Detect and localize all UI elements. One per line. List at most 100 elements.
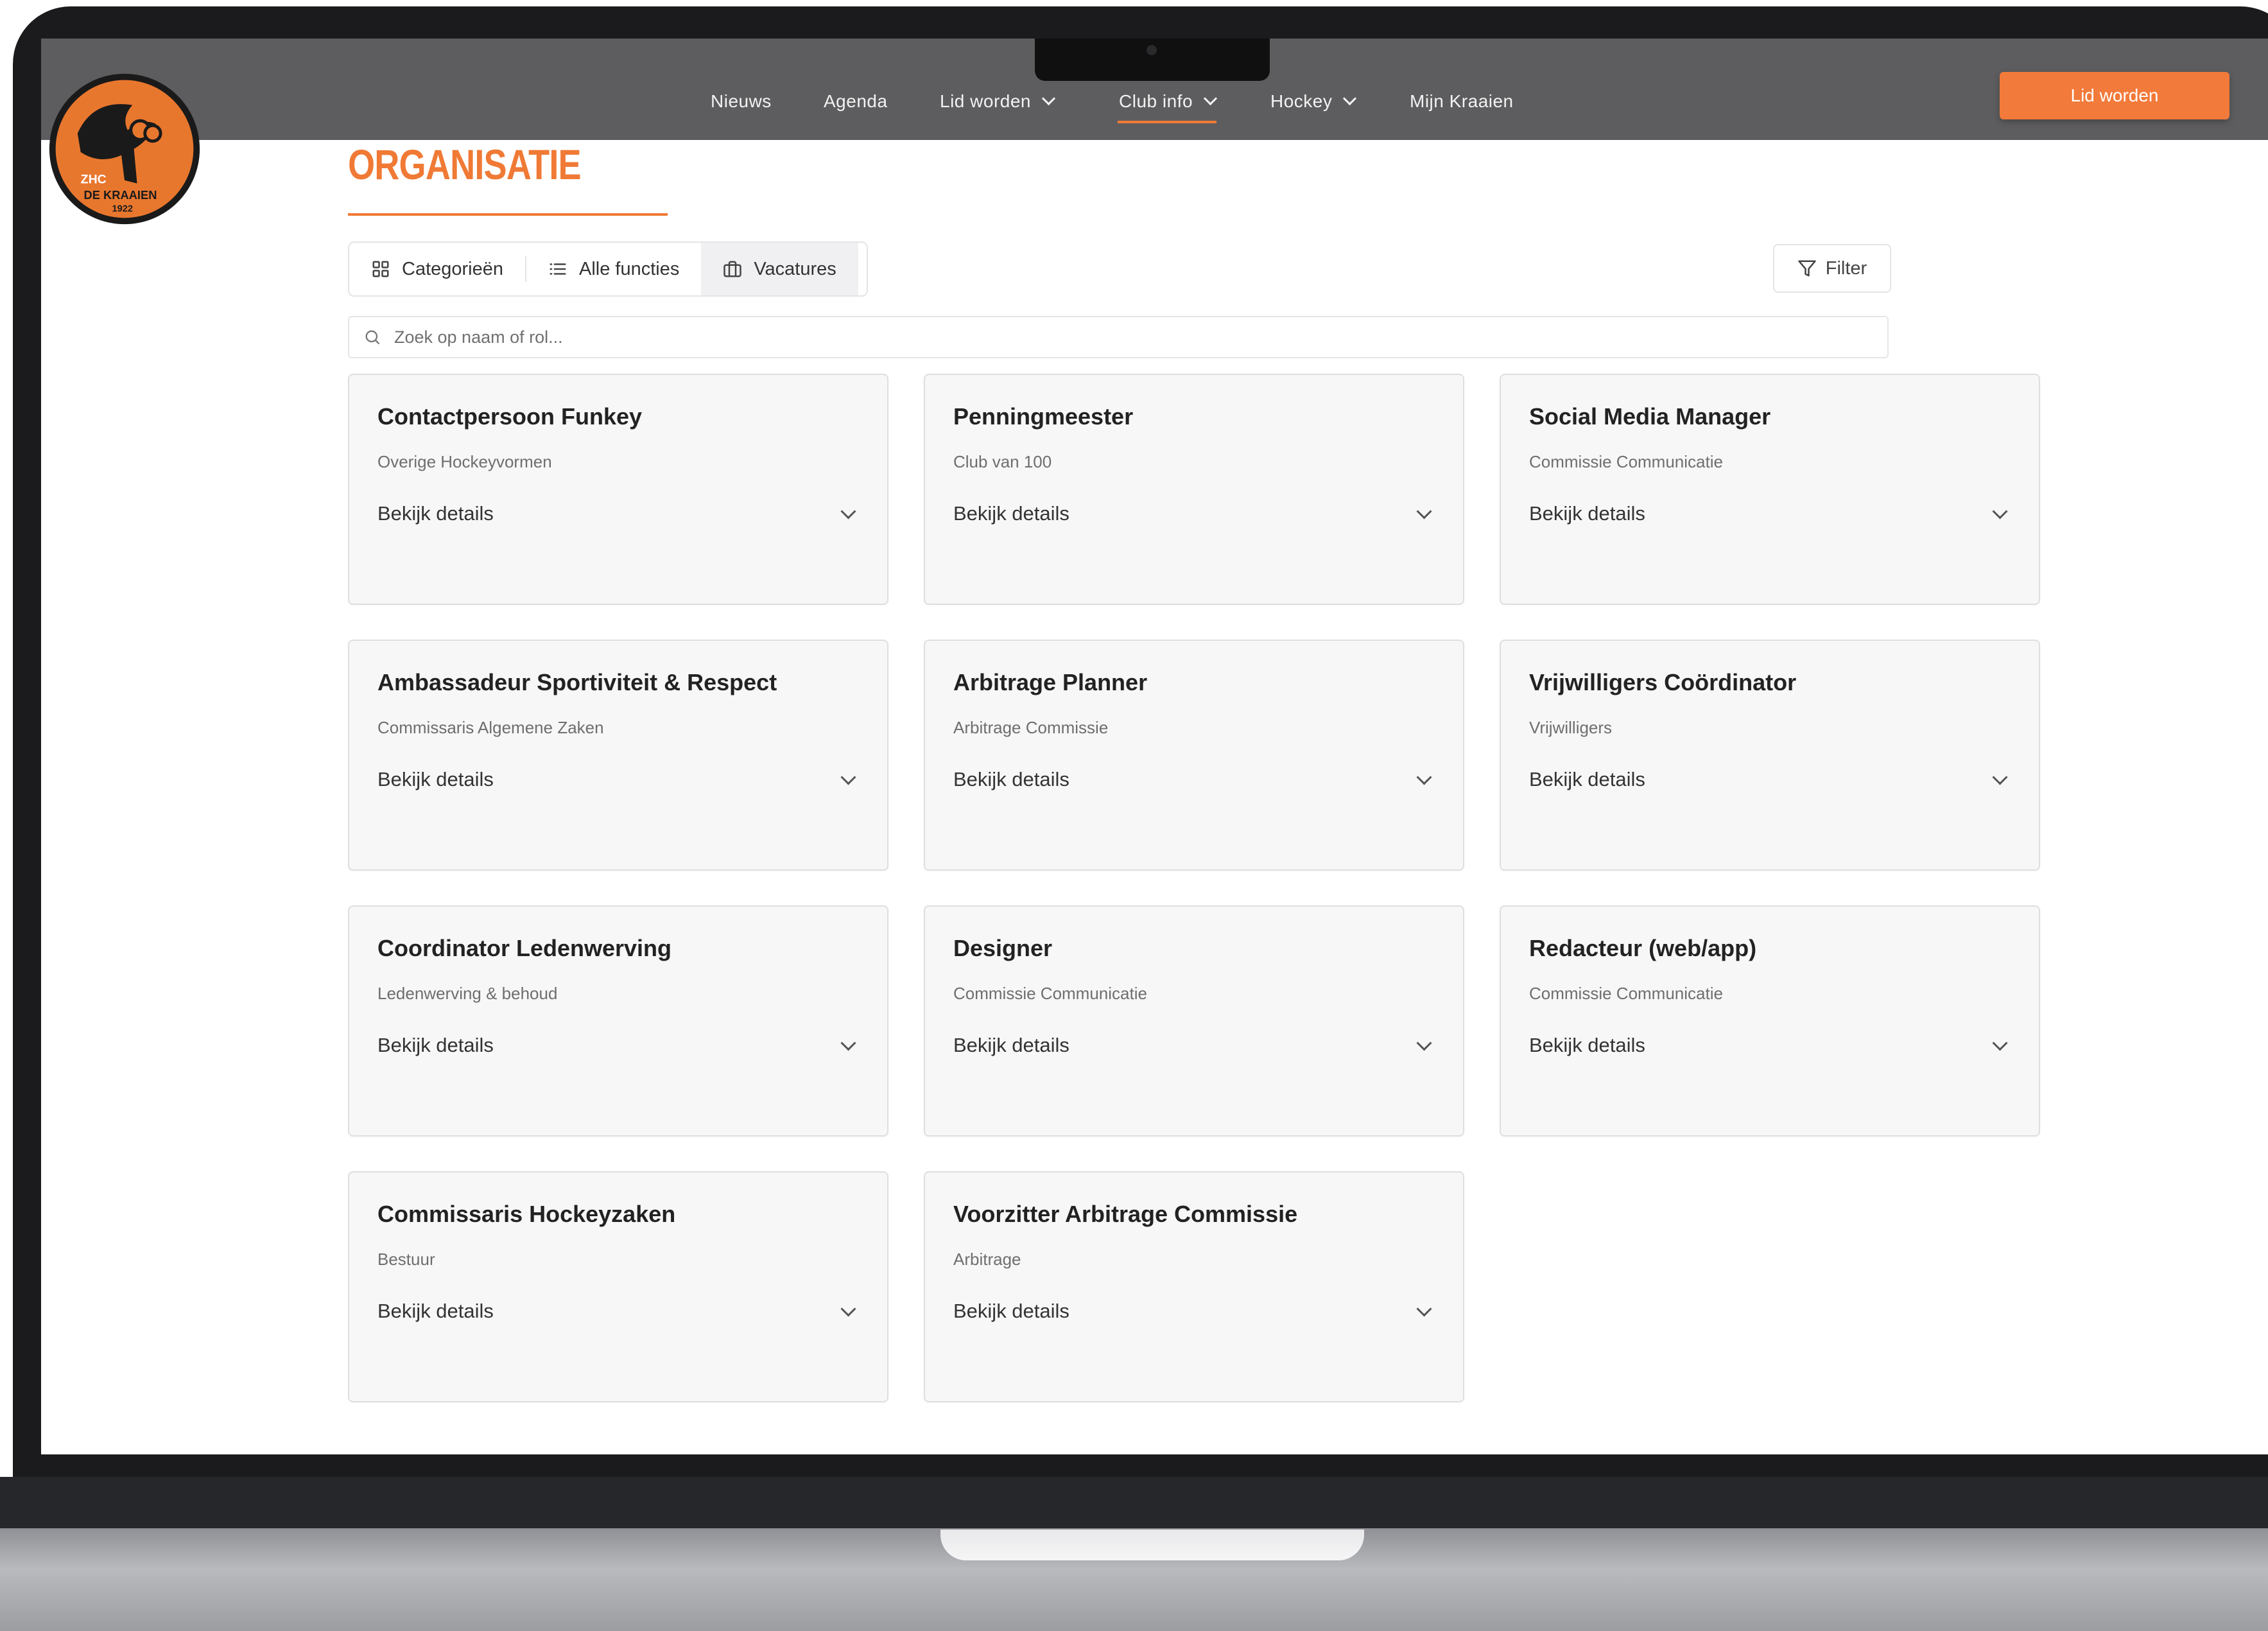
card-title: Social Media Manager: [1529, 403, 1771, 430]
card-title: Redacteur (web/app): [1529, 935, 1757, 961]
chevron-down-icon: [1343, 91, 1357, 106]
details-label: Bekijk details: [1529, 768, 1645, 790]
details-label: Bekijk details: [377, 502, 494, 525]
nav-item-club-info[interactable]: Club info: [1118, 91, 1218, 123]
page-title: ORGANISATIE: [348, 141, 582, 188]
chevron-down-icon: [1992, 769, 2008, 785]
details-toggle[interactable]: Bekijk details: [377, 1031, 859, 1060]
card-subtitle: Commissie Communicatie: [1529, 452, 1723, 471]
vacancy-card[interactable]: Vrijwilligers Coördinator Vrijwilligers Be…: [1500, 640, 2040, 871]
tab-label: Alle functies: [579, 258, 680, 279]
nav-item-label: Agenda: [824, 91, 888, 111]
details-toggle[interactable]: Bekijk details: [953, 500, 1435, 528]
vacancy-card[interactable]: Penningmeester Club van 100 Bekijk details: [924, 374, 1464, 605]
list-icon: [550, 263, 566, 275]
nav-item-label: Hockey: [1270, 91, 1333, 111]
nav-item-mijn-kraaien[interactable]: Mijn Kraaien: [1410, 91, 1514, 112]
vacancy-card[interactable]: Commissaris Hockeyzaken Bestuur Bekijk det…: [348, 1171, 888, 1402]
details-toggle[interactable]: Bekijk details: [953, 1031, 1435, 1060]
details-toggle[interactable]: Bekijk details: [1529, 500, 2011, 528]
details-label: Bekijk details: [1529, 502, 1645, 525]
card-title: Contactpersoon Funkey: [377, 403, 643, 430]
details-toggle[interactable]: Bekijk details: [377, 765, 859, 794]
search-input[interactable]: [393, 326, 1808, 348]
vacancy-card[interactable]: Voorzitter Arbitrage Commissie Arbitrage B…: [924, 1171, 1464, 1402]
details-toggle[interactable]: Bekijk details: [1529, 1031, 2011, 1060]
vacancy-card[interactable]: Designer Commissie Communicatie Bekijk det…: [924, 905, 1464, 1137]
nav-item-label: Club info: [1119, 91, 1193, 111]
svg-text:1922: 1922: [112, 204, 133, 214]
card-subtitle: Club van 100: [953, 452, 1052, 471]
chevron-down-icon: [1416, 769, 1432, 785]
details-label: Bekijk details: [377, 1300, 494, 1322]
chevron-down-icon: [840, 769, 856, 785]
card-subtitle: Arbitrage: [953, 1250, 1021, 1269]
title-underline: [348, 213, 668, 216]
details-toggle[interactable]: Bekijk details: [953, 765, 1435, 794]
svg-text:ZHC: ZHC: [81, 173, 107, 187]
nav-item-hockey[interactable]: Hockey: [1270, 91, 1357, 112]
browser-screen: Nieuws Agenda Lid worden Club info Hocke…: [41, 39, 2268, 1454]
chevron-down-icon: [1416, 503, 1432, 519]
details-label: Bekijk details: [953, 1300, 1069, 1322]
details-label: Bekijk details: [953, 502, 1069, 525]
chevron-down-icon: [1416, 1300, 1432, 1317]
vacancy-card[interactable]: Contactpersoon Funkey Overige Hockeyvorme…: [348, 374, 888, 605]
details-label: Bekijk details: [953, 768, 1069, 790]
laptop-opening-notch: [940, 1530, 1364, 1560]
card-title: Penningmeester: [953, 403, 1134, 430]
card-subtitle: Arbitrage Commissie: [953, 718, 1109, 737]
nav-item-label: Mijn Kraaien: [1410, 91, 1514, 111]
card-subtitle: Overige Hockeyvormen: [377, 452, 552, 471]
vacancy-grid: Contactpersoon Funkey Overige Hockeyvorme…: [348, 374, 2040, 1402]
vacancy-card[interactable]: Arbitrage Planner Arbitrage Commissie Beki…: [924, 640, 1464, 871]
svg-text:DE KRAAIEN: DE KRAAIEN: [84, 188, 157, 202]
card-subtitle: Ledenwerving & behoud: [377, 984, 558, 1003]
chevron-down-icon: [1041, 91, 1056, 106]
camera-icon: [1147, 45, 1157, 55]
card-title: Voorzitter Arbitrage Commissie: [953, 1201, 1298, 1227]
chevron-down-icon: [1992, 1034, 2008, 1051]
details-label: Bekijk details: [377, 768, 494, 790]
filter-label: Filter: [1825, 257, 1867, 279]
tab-vacatures[interactable]: Vacatures: [701, 243, 858, 295]
card-subtitle: Vrijwilligers: [1529, 718, 1613, 737]
tab-alle-functies[interactable]: Alle functies: [526, 243, 701, 295]
card-subtitle: Bestuur: [377, 1250, 435, 1269]
vacancy-card[interactable]: Coordinator Ledenwerving Ledenwerving & b…: [348, 905, 888, 1137]
card-title: Ambassadeur Sportiviteit & Respect: [377, 669, 777, 695]
chevron-down-icon: [1416, 1034, 1432, 1051]
chevron-down-icon: [1992, 503, 2008, 519]
card-title: Vrijwilligers Coördinator: [1529, 669, 1797, 695]
vacancy-card[interactable]: Ambassadeur Sportiviteit & Respect Commis…: [348, 640, 888, 871]
nav-item-label: Lid worden: [940, 91, 1031, 111]
briefcase-icon: [723, 261, 742, 277]
chevron-down-icon: [1203, 91, 1218, 106]
nav-item-label: Nieuws: [711, 91, 772, 111]
details-label: Bekijk details: [1529, 1034, 1645, 1056]
details-toggle[interactable]: Bekijk details: [1529, 765, 2011, 794]
filter-button[interactable]: Filter: [1773, 244, 1891, 293]
chevron-down-icon: [840, 1034, 856, 1051]
vacancy-card[interactable]: Redacteur (web/app) Commissie Communicati…: [1500, 905, 2040, 1137]
nav-item-lid-worden[interactable]: Lid worden: [940, 91, 1056, 112]
details-toggle[interactable]: Bekijk details: [377, 500, 859, 528]
lid-worden-button[interactable]: Lid worden: [2000, 72, 2229, 119]
tab-label: Vacatures: [754, 258, 836, 279]
active-nav-indicator: [1118, 121, 1217, 123]
card-subtitle: Commissie Communicatie: [953, 984, 1147, 1003]
details-toggle[interactable]: Bekijk details: [377, 1297, 859, 1325]
club-logo[interactable]: ZHC DE KRAAIEN 1922: [46, 71, 203, 227]
chevron-down-icon: [840, 503, 856, 519]
vacancy-card[interactable]: Social Media Manager Commissie Communicat…: [1500, 374, 2040, 605]
nav-item-agenda[interactable]: Agenda: [824, 91, 888, 112]
details-toggle[interactable]: Bekijk details: [953, 1297, 1435, 1325]
search-bar: [348, 316, 1889, 358]
nav-item-nieuws[interactable]: Nieuws: [711, 91, 772, 112]
grid-icon: [372, 261, 389, 277]
search-icon: [365, 330, 380, 345]
chevron-down-icon: [840, 1300, 856, 1317]
card-title: Designer: [953, 935, 1053, 961]
laptop-chin: [0, 1477, 2268, 1528]
tab-categorieen[interactable]: Categorieën: [349, 243, 525, 295]
